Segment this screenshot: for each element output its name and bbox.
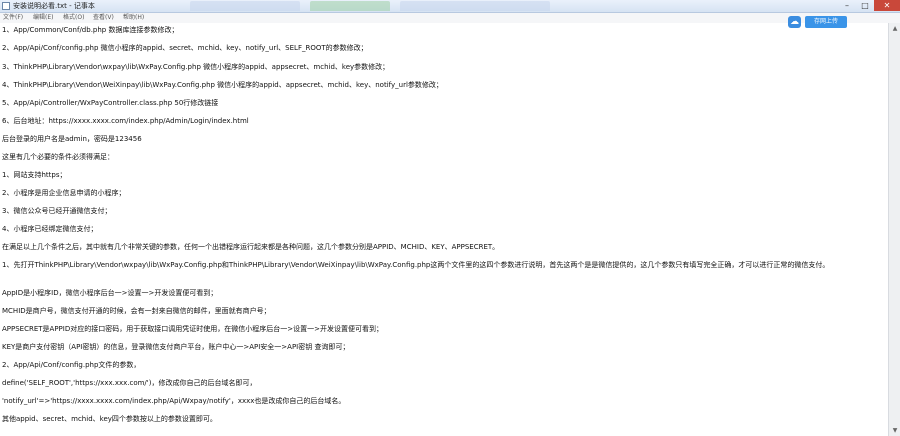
window-title: 安装说明必看.txt - 记事本	[13, 2, 95, 10]
text-line: 1、App/Common/Conf/db.php 数据库连接参数修改；	[2, 26, 179, 34]
text-line: 5、App/Api/Controller/WxPayController.cla…	[2, 99, 219, 107]
scroll-up-icon[interactable]: ▲	[890, 24, 900, 33]
text-line: define('SELF_ROOT','https://xxx.xxx.com/…	[2, 379, 257, 387]
minimize-button[interactable]: –	[838, 0, 856, 11]
background-tab[interactable]	[190, 1, 300, 11]
text-line: 1、先打开ThinkPHP\Library\Vendor\wxpay\lib\W…	[2, 261, 830, 269]
text-line: MCHID是商户号，微信支付开通的时候，会有一封来自微信的邮件，里面就有商户号；	[2, 307, 271, 315]
text-line: 其他appid、secret、mchid、key四个参数按以上的参数设置即可。	[2, 415, 217, 423]
text-line: 后台登录的用户名是admin，密码是123456	[2, 135, 142, 143]
text-line: 'notify_url'=>'https://xxxx.xxxx.com/ind…	[2, 397, 346, 405]
background-tab[interactable]	[310, 1, 390, 11]
menu-edit[interactable]: 编辑(E)	[33, 14, 53, 22]
text-line: 3、微信公众号已经开通微信支付；	[2, 207, 112, 215]
text-line: 4、小程序已经绑定微信支付；	[2, 225, 98, 233]
text-line: 这里有几个必要的条件必须得满足：	[2, 153, 114, 161]
text-line: 1、网站支持https；	[2, 171, 67, 179]
title-bar[interactable]: 安装说明必看.txt - 记事本 – □ ✕	[0, 0, 900, 13]
text-editor-area[interactable]: 1、App/Common/Conf/db.php 数据库连接参数修改； 2、Ap…	[0, 23, 888, 436]
menu-bar: 文件(F) 编辑(E) 格式(O) 查看(V) 帮助(H)	[0, 13, 900, 23]
scroll-down-icon[interactable]: ▼	[890, 426, 900, 435]
text-line: 6、后台地址：https://xxxx.xxxx.com/index.php/A…	[2, 117, 249, 125]
text-line: 3、ThinkPHP\Library\Vendor\wxpay\lib\WxPa…	[2, 63, 390, 71]
text-line: 4、ThinkPHP\Library\Vendor\WeiXinpay\lib\…	[2, 81, 443, 89]
text-line: APPSECRET是APPID对应的接口密码，用于获取接口调用凭证时使用，在微信…	[2, 325, 383, 333]
close-button[interactable]: ✕	[874, 0, 900, 11]
menu-view[interactable]: 查看(V)	[93, 14, 114, 22]
background-tab[interactable]	[400, 1, 550, 11]
text-line: KEY是商户支付密钥（API密钥）的信息，登录微信支付商户平台，账户中心一>AP…	[2, 343, 350, 351]
menu-format[interactable]: 格式(O)	[63, 14, 84, 22]
vertical-scrollbar[interactable]: ▲ ▼	[888, 23, 900, 436]
menu-file[interactable]: 文件(F)	[3, 14, 23, 22]
menu-help[interactable]: 帮助(H)	[123, 14, 144, 22]
text-line: 2、小程序是用企业信息申请的小程序；	[2, 189, 126, 197]
maximize-button[interactable]: □	[856, 0, 874, 11]
text-line: 2、App/Api/Conf/config.php文件的参数，	[2, 361, 141, 369]
text-line: AppID是小程序ID，微信小程序后台一>设置一>开发设置便可看到；	[2, 289, 218, 297]
text-line: 2、App/Api/Conf/config.php 微信小程序的appid、se…	[2, 44, 368, 52]
text-line: 在满足以上几个条件之后，其中就有几个非常关键的参数，任何一个出错程序运行起来都是…	[2, 243, 500, 251]
notepad-icon	[2, 2, 10, 10]
